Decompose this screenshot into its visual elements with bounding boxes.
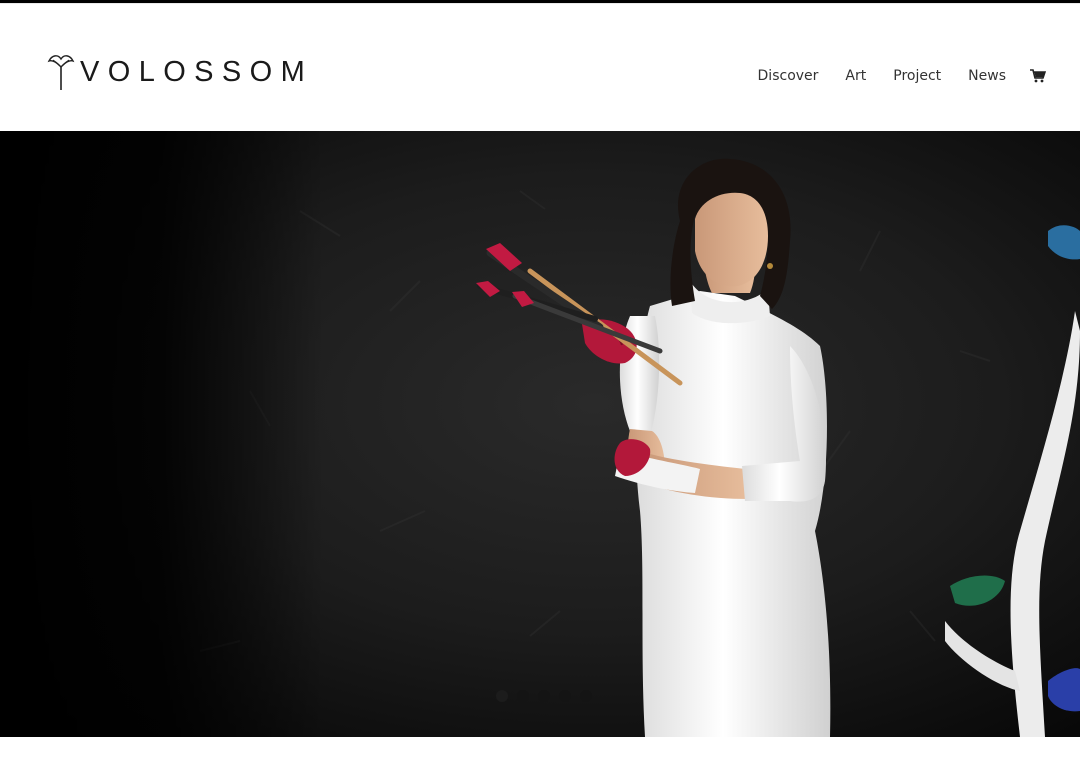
brand-logo[interactable]: VOLOSSOM: [46, 53, 313, 91]
slider-pagination: [496, 690, 592, 702]
slider-dot-2[interactable]: [517, 690, 529, 702]
nav-art[interactable]: Art: [845, 68, 866, 84]
shopping-cart-icon[interactable]: [1030, 69, 1047, 83]
nav-news[interactable]: News: [968, 68, 1006, 84]
artist-portrait-image: [0, 131, 1080, 737]
page-bottom: [0, 737, 1080, 763]
nav-project[interactable]: Project: [893, 68, 941, 84]
hero-slider: [0, 131, 1080, 737]
slider-dot-4[interactable]: [559, 690, 571, 702]
slider-dot-3[interactable]: [538, 690, 550, 702]
nav-discover[interactable]: Discover: [758, 68, 819, 84]
slider-dot-5[interactable]: [580, 690, 592, 702]
brand-name: VOLOSSOM: [80, 55, 314, 88]
slider-dot-1[interactable]: [496, 690, 508, 702]
main-nav: Discover Art Project News: [758, 68, 1047, 84]
ginkgo-flower-icon: [47, 55, 75, 90]
site-header: VOLOSSOM Discover Art Project News: [0, 3, 1080, 131]
